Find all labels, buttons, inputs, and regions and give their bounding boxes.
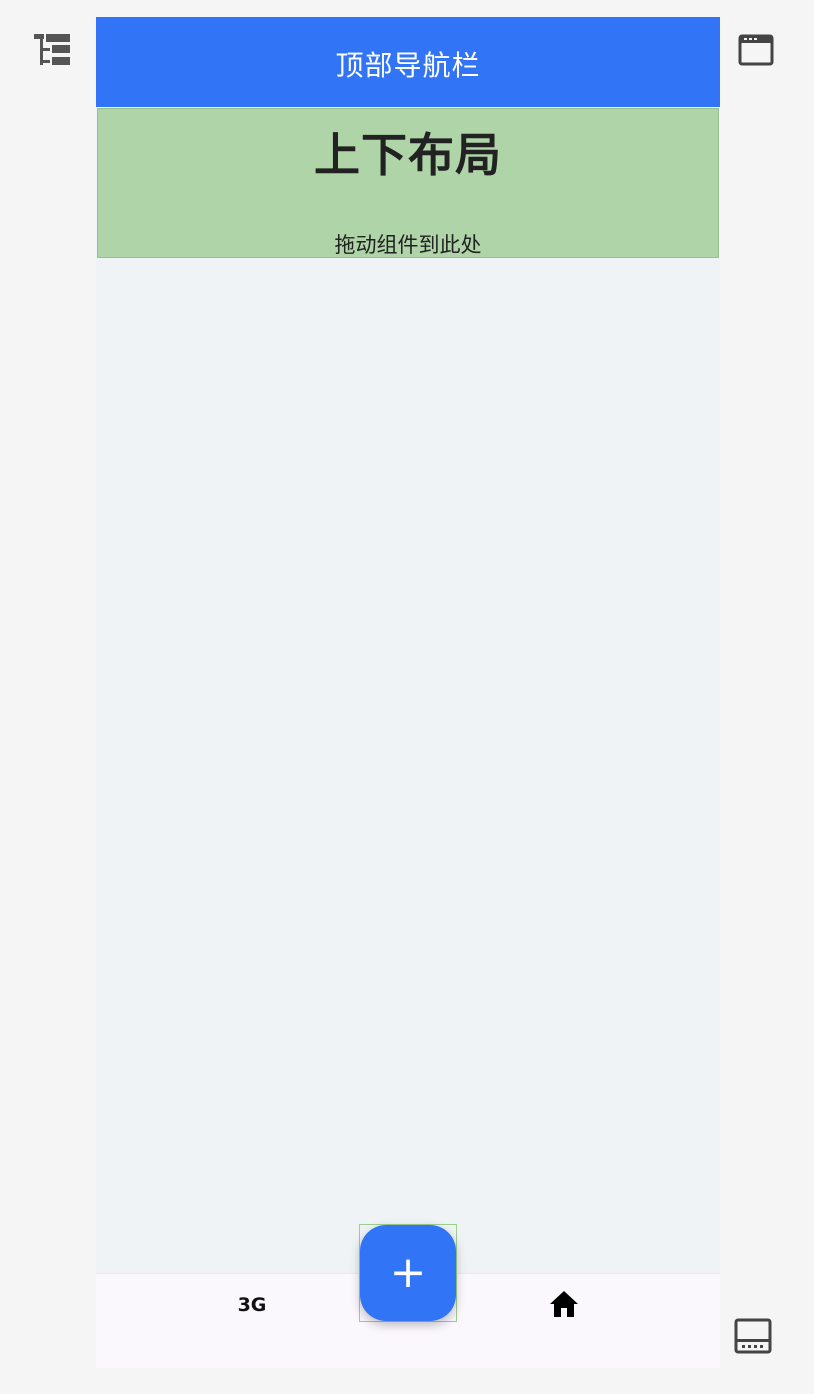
phone-canvas[interactable]: 顶部导航栏 上下布局 拖动组件到此处 3G + (96, 17, 720, 1368)
top-navigation-bar[interactable]: 顶部导航栏 (96, 17, 720, 107)
editor-page: 顶部导航栏 上下布局 拖动组件到此处 3G + (0, 0, 814, 1394)
tab-3g[interactable]: 3G (236, 1293, 268, 1317)
home-icon[interactable] (548, 1288, 580, 1320)
vertical-layout-container[interactable]: 上下布局 拖动组件到此处 (97, 108, 719, 258)
bottom-panel-icon[interactable] (734, 1318, 772, 1354)
add-fab-button[interactable]: + (360, 1225, 456, 1321)
top-nav-title: 顶部导航栏 (335, 49, 481, 82)
tree-view-icon[interactable] (32, 32, 72, 68)
drop-zone-hint: 拖动组件到此处 (334, 233, 482, 257)
browser-window-icon[interactable] (738, 34, 774, 66)
plus-icon: + (389, 1247, 427, 1298)
layout-title: 上下布局 (314, 128, 502, 182)
